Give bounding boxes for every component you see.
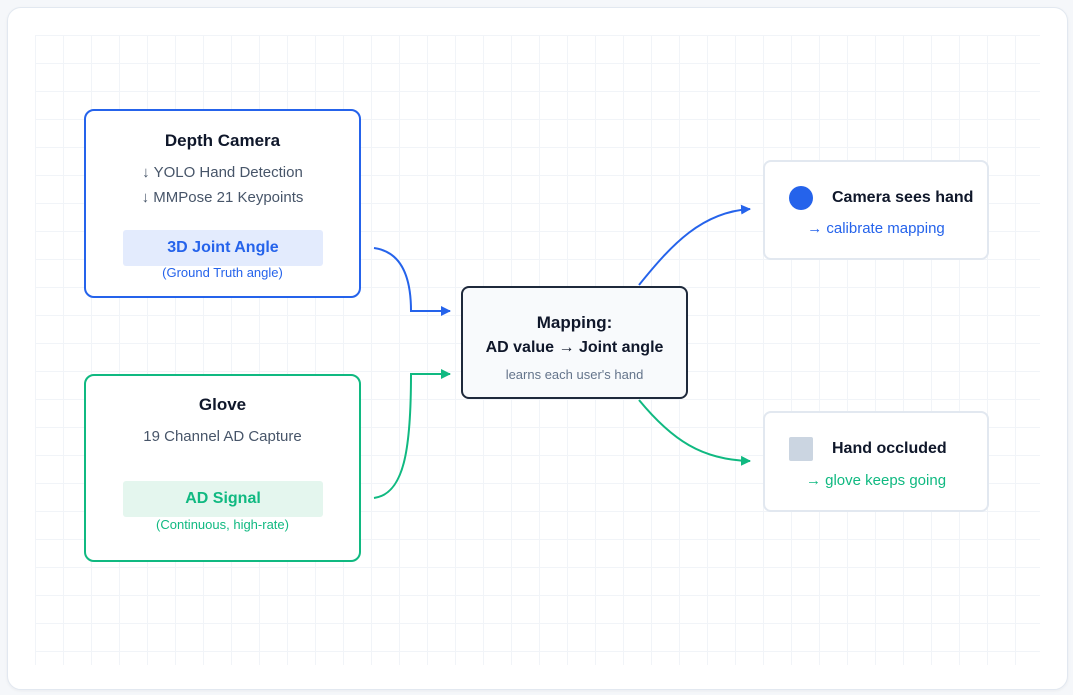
glove-node: Glove 19 Channel AD Capture AD Signal (C…	[84, 374, 361, 562]
camera-sees-hand-node: Camera sees hand → calibrate mapping	[763, 160, 989, 260]
depth-camera-step-mmpose: ↓ MMPose 21 Keypoints	[141, 189, 304, 206]
glove-title: Glove	[198, 395, 247, 414]
depth-camera-node: Depth Camera ↓ YOLO Hand Detection ↓ MMP…	[84, 109, 361, 298]
mapping-title: Mapping:	[536, 313, 613, 332]
mapping-subtitle: AD value → Joint angle	[485, 339, 664, 356]
depth-camera-step-yolo: ↓ YOLO Hand Detection	[142, 164, 303, 181]
depth-camera-title: Depth Camera	[164, 131, 281, 150]
joint-angle-note: (Ground Truth angle)	[162, 265, 283, 280]
hand-occluded-node: Hand occluded → glove keeps going	[763, 411, 989, 512]
mapping-note: learns each user's hand	[505, 367, 644, 382]
filled-square-icon	[789, 437, 813, 461]
ad-signal-note: (Continuous, high-rate)	[156, 517, 289, 532]
glove-step-capture: 19 Channel AD Capture	[143, 428, 302, 445]
camera-sees-hand-title: Camera sees hand	[832, 189, 974, 206]
hand-occluded-title: Hand occluded	[832, 440, 947, 457]
mapping-node: Mapping: AD value → Joint angle learns e…	[461, 286, 688, 399]
filled-circle-icon	[789, 186, 813, 210]
glove-keeps-going-action: → glove keeps going	[805, 472, 947, 489]
joint-angle-output: 3D Joint Angle	[123, 230, 323, 266]
calibrate-mapping-action: → calibrate mapping	[807, 220, 945, 237]
ad-signal-output: AD Signal	[123, 481, 323, 517]
